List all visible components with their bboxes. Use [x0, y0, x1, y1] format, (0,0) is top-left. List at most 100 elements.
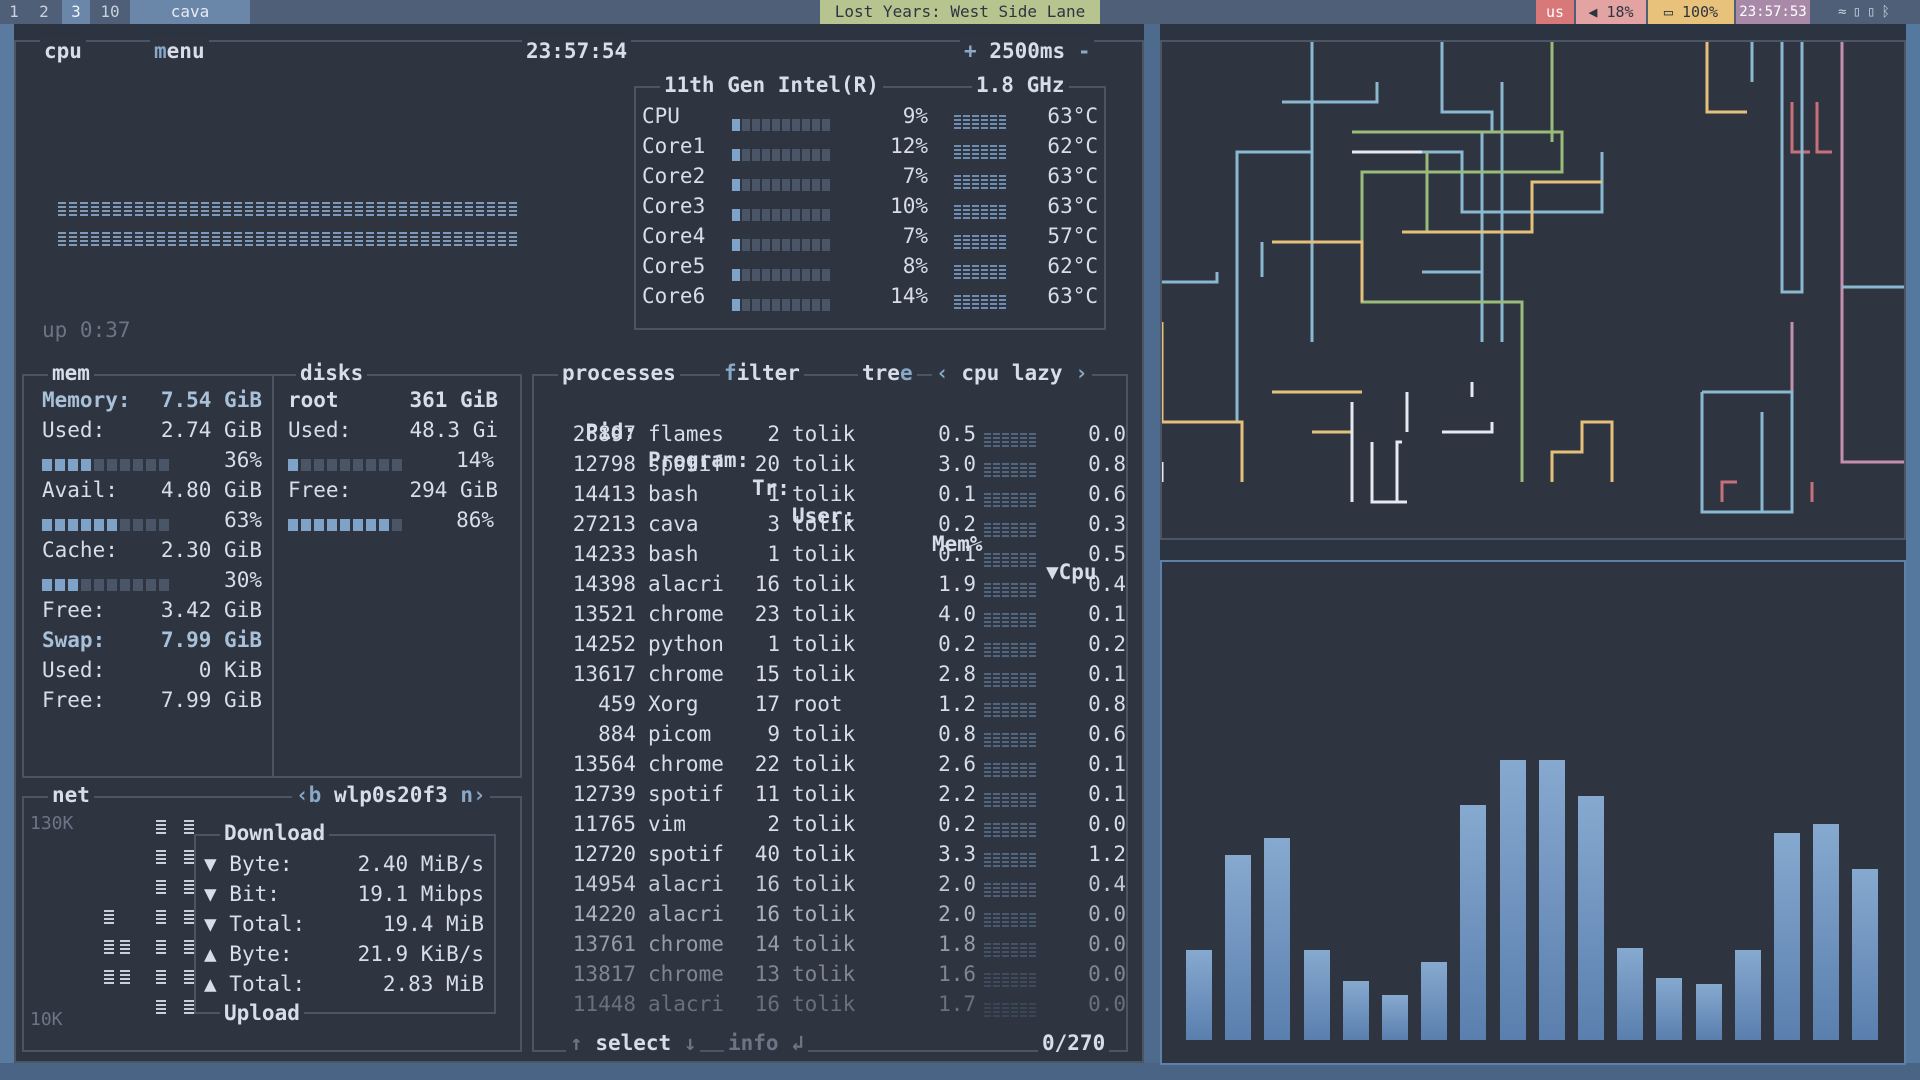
temp-graph-cell	[963, 235, 970, 249]
bluetooth-icon[interactable]: ᛒ	[1881, 4, 1895, 20]
cpu-graph-cell	[289, 232, 297, 248]
interval-increase[interactable]: +	[964, 39, 977, 63]
proc-graph-cell	[1029, 763, 1036, 777]
sort-mode: cpu lazy	[961, 361, 1063, 385]
disk-root-row[interactable]: root 361 GiB	[288, 386, 498, 414]
net-graph-cell	[156, 820, 166, 836]
sort-selector[interactable]: ‹ cpu lazy ›	[932, 360, 1092, 386]
cpu-graph-cell	[190, 202, 198, 218]
workspace-2[interactable]: 2	[30, 0, 58, 24]
proc-graph-cell	[984, 883, 991, 897]
workspace-1[interactable]: 1	[0, 0, 28, 24]
bar-cell	[301, 519, 311, 531]
process-tr: 16	[754, 902, 780, 926]
next-interface-key[interactable]: n›	[460, 783, 485, 807]
cava-bar	[1813, 824, 1840, 1040]
bar-cell	[340, 459, 350, 471]
bar-cell	[822, 209, 830, 221]
sort-next-icon[interactable]: ›	[1075, 361, 1088, 385]
process-program: alacri	[648, 572, 724, 596]
cpu-graph-cell	[498, 232, 506, 248]
bar-cell	[146, 519, 156, 531]
proc-graph-cell	[993, 733, 1000, 747]
net-stat-row: ▲ Total: 2.83 MiB	[204, 970, 484, 998]
bar-cell	[392, 459, 402, 471]
proc-graph-cell	[1020, 943, 1027, 957]
clipboard-icon[interactable]: ▯	[1853, 4, 1867, 20]
filter-button[interactable]: filter	[720, 360, 804, 386]
proc-graph-cell	[1020, 883, 1027, 897]
proc-graph-cell	[984, 703, 991, 717]
proc-graph-cell	[993, 913, 1000, 927]
mem-used-row: Used: 2.74 GiB	[42, 418, 262, 442]
net-box-title[interactable]: net	[48, 782, 94, 808]
cpu-frequency: 1.8 GHz	[972, 72, 1069, 98]
process-mem: 1.9	[938, 572, 976, 596]
cpu-graph-cell	[289, 202, 297, 218]
process-cpu: 0.8	[1088, 692, 1126, 716]
core-name: CPU	[642, 104, 680, 128]
temp-graph-cell	[963, 265, 970, 279]
process-mem: 2.6	[938, 752, 976, 776]
cava-bar	[1186, 950, 1212, 1040]
menu-button[interactable]: menu	[150, 38, 209, 64]
bar-cell	[68, 579, 78, 591]
now-playing[interactable]: Lost Years: West Side Lane	[820, 0, 1100, 24]
temp-graph-cell	[954, 115, 961, 129]
proc-graph-cell	[1011, 553, 1018, 567]
core-usage-pct: 12%	[890, 134, 928, 158]
cpu-box-title[interactable]: cpu	[40, 38, 86, 64]
cpu-clock: 23:57:54	[522, 38, 632, 64]
cpu-graph-cell	[509, 232, 517, 248]
notes-icon[interactable]: ▯	[1867, 4, 1881, 20]
temp-graph-cell	[999, 235, 1006, 249]
cpu-graph-cell	[234, 232, 242, 248]
disks-box-title[interactable]: disks	[296, 360, 368, 386]
net-graph-cell	[120, 970, 130, 986]
mem-box-title[interactable]: mem	[48, 360, 94, 386]
interval-decrease[interactable]: -	[1078, 39, 1091, 63]
net-graph-cell	[184, 970, 194, 986]
cpu-graph-cell	[157, 232, 165, 248]
update-interval[interactable]: + 2500ms -	[960, 38, 1095, 64]
proc-graph-cell	[993, 703, 1000, 717]
proc-graph-cell	[1029, 853, 1036, 867]
bar-cell	[772, 119, 780, 131]
volume-indicator[interactable]: ◀ 18%	[1576, 0, 1646, 24]
process-program: python	[648, 632, 724, 656]
processes-box-title[interactable]: processes	[558, 360, 680, 386]
bar-cell	[146, 579, 156, 591]
process-cpu: 0.4	[1088, 872, 1126, 896]
tree-button[interactable]: tree	[858, 360, 917, 386]
core-name: Core4	[642, 224, 706, 248]
process-tr: 1	[767, 482, 780, 506]
disk-free-row: Free: 294 GiB	[288, 478, 498, 502]
process-user: tolik	[792, 632, 856, 656]
sort-prev-icon[interactable]: ‹	[936, 361, 949, 385]
process-program: spotif	[648, 452, 724, 476]
keyboard-layout[interactable]: us	[1536, 0, 1574, 24]
core-usage-pct: 7%	[902, 224, 928, 248]
temp-graph-cell	[954, 265, 961, 279]
bar-cell	[366, 459, 376, 471]
net-interface-selector[interactable]: ‹b wlp0s20f3 n›	[292, 782, 490, 808]
process-user: root	[792, 692, 843, 716]
process-pid: 12798	[572, 452, 636, 476]
process-program: vim	[648, 812, 686, 836]
cava-bar	[1421, 962, 1448, 1040]
workspace-3[interactable]: 3	[62, 0, 90, 24]
prev-interface-key[interactable]: ‹b	[296, 783, 321, 807]
cpu-graph-cell	[91, 202, 99, 218]
wifi-icon[interactable]: ≈	[1838, 4, 1852, 20]
process-cpu: 0.3	[1088, 512, 1126, 536]
info-button[interactable]: info ↲	[724, 1030, 808, 1056]
process-mem: 3.0	[938, 452, 976, 476]
core-temp: 63°C	[1047, 194, 1098, 218]
process-pid: 14233	[572, 542, 636, 566]
workspace-10[interactable]: 10	[92, 0, 128, 24]
cpu-graph-cell	[146, 202, 154, 218]
process-cpu-graph	[984, 756, 1038, 777]
net-graph-cell	[184, 940, 194, 956]
select-control[interactable]: ↑ select ↓	[566, 1030, 701, 1056]
bar-cell	[812, 299, 820, 311]
